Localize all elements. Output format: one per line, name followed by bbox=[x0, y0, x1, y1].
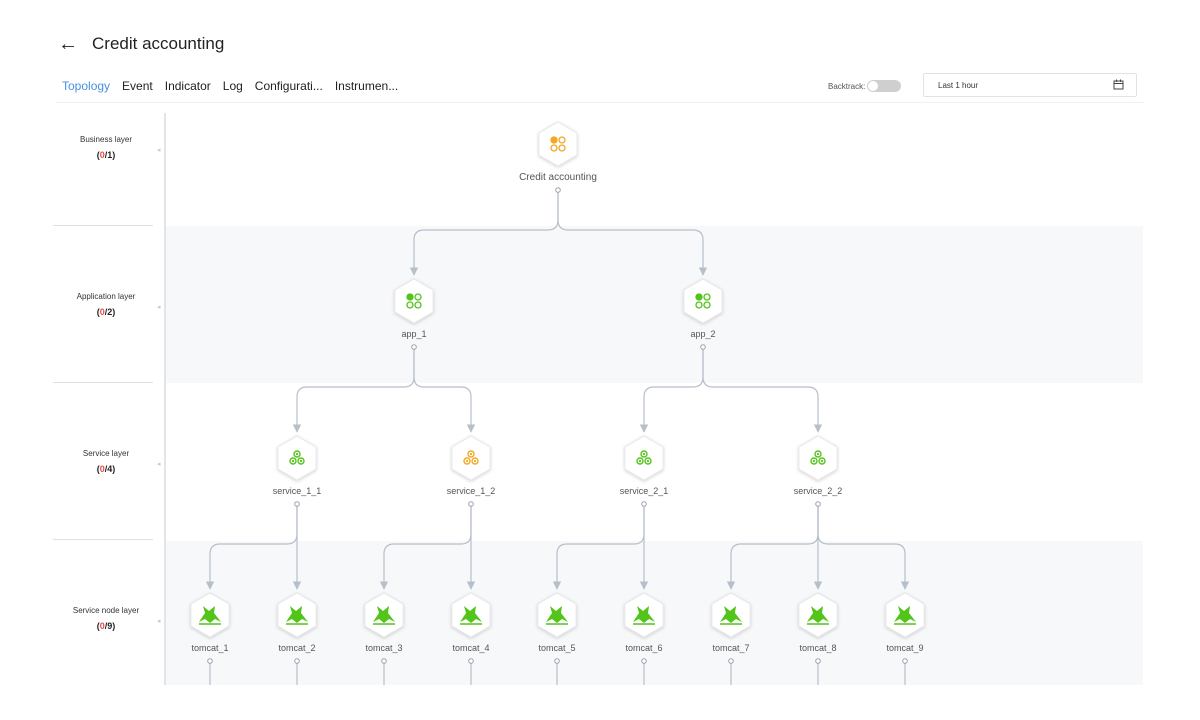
topology-node[interactable]: app_1 bbox=[394, 278, 434, 350]
topology-node[interactable]: tomcat_1 bbox=[190, 592, 230, 664]
topology-node[interactable]: service_1_2 bbox=[447, 435, 496, 507]
topology-node[interactable]: tomcat_2 bbox=[277, 592, 317, 664]
node-label: Credit accounting bbox=[519, 172, 597, 183]
node-port bbox=[468, 501, 474, 507]
node-hexagon bbox=[451, 435, 491, 481]
edge bbox=[205, 504, 298, 590]
node-label: tomcat_2 bbox=[278, 643, 315, 653]
topology-node[interactable]: tomcat_9 bbox=[885, 592, 925, 664]
edge bbox=[726, 504, 819, 590]
node-label: tomcat_3 bbox=[365, 643, 402, 653]
node-label: tomcat_6 bbox=[625, 643, 662, 653]
node-port bbox=[411, 344, 417, 350]
edge bbox=[817, 504, 910, 590]
node-hexagon bbox=[277, 435, 317, 481]
topology-node[interactable]: tomcat_6 bbox=[624, 592, 664, 664]
node-port bbox=[554, 658, 560, 664]
node-label: tomcat_9 bbox=[886, 643, 923, 653]
edge bbox=[413, 347, 476, 433]
node-port bbox=[294, 501, 300, 507]
topology-node[interactable]: service_2_1 bbox=[620, 435, 669, 507]
edge bbox=[552, 504, 645, 590]
node-port bbox=[815, 658, 821, 664]
node-label: service_1_2 bbox=[447, 486, 496, 496]
node-label: tomcat_5 bbox=[538, 643, 575, 653]
node-label: tomcat_8 bbox=[799, 643, 836, 653]
node-port bbox=[381, 658, 387, 664]
node-port bbox=[815, 501, 821, 507]
topology-node[interactable]: tomcat_7 bbox=[711, 592, 751, 664]
topology-node[interactable]: service_1_1 bbox=[273, 435, 322, 507]
edge bbox=[379, 504, 472, 590]
node-label: app_1 bbox=[401, 329, 426, 339]
topology-node[interactable]: tomcat_8 bbox=[798, 592, 838, 664]
node-hexagon bbox=[798, 435, 838, 481]
node-port bbox=[641, 658, 647, 664]
topology-node[interactable]: tomcat_4 bbox=[451, 592, 491, 664]
node-port bbox=[700, 344, 706, 350]
node-hexagon bbox=[538, 121, 578, 167]
edge bbox=[409, 190, 559, 276]
node-hexagon bbox=[394, 278, 434, 324]
topology-graph: Credit accounting app_1 app_2 service_1_1 se… bbox=[190, 121, 925, 685]
topology-node[interactable]: Credit accounting bbox=[519, 121, 597, 193]
edge bbox=[639, 347, 704, 433]
topology-node[interactable]: tomcat_5 bbox=[537, 592, 577, 664]
node-port bbox=[294, 658, 300, 664]
node-port bbox=[207, 658, 213, 664]
node-label: service_2_1 bbox=[620, 486, 669, 496]
edge bbox=[702, 347, 823, 433]
node-port bbox=[728, 658, 734, 664]
node-label: app_2 bbox=[690, 329, 715, 339]
topology-node[interactable]: tomcat_3 bbox=[364, 592, 404, 664]
edge bbox=[557, 190, 708, 276]
topology-node[interactable]: service_2_2 bbox=[794, 435, 843, 507]
node-label: tomcat_4 bbox=[452, 643, 489, 653]
node-port bbox=[902, 658, 908, 664]
edge-layer bbox=[205, 190, 910, 590]
node-label: service_2_2 bbox=[794, 486, 843, 496]
node-port bbox=[641, 501, 647, 507]
node-port bbox=[468, 658, 474, 664]
edge bbox=[292, 347, 415, 433]
node-label: tomcat_1 bbox=[191, 643, 228, 653]
node-label: service_1_1 bbox=[273, 486, 322, 496]
node-port bbox=[555, 187, 561, 193]
node-hexagon bbox=[624, 435, 664, 481]
topology-node[interactable]: app_2 bbox=[683, 278, 723, 350]
node-hexagon bbox=[683, 278, 723, 324]
node-label: tomcat_7 bbox=[712, 643, 749, 653]
